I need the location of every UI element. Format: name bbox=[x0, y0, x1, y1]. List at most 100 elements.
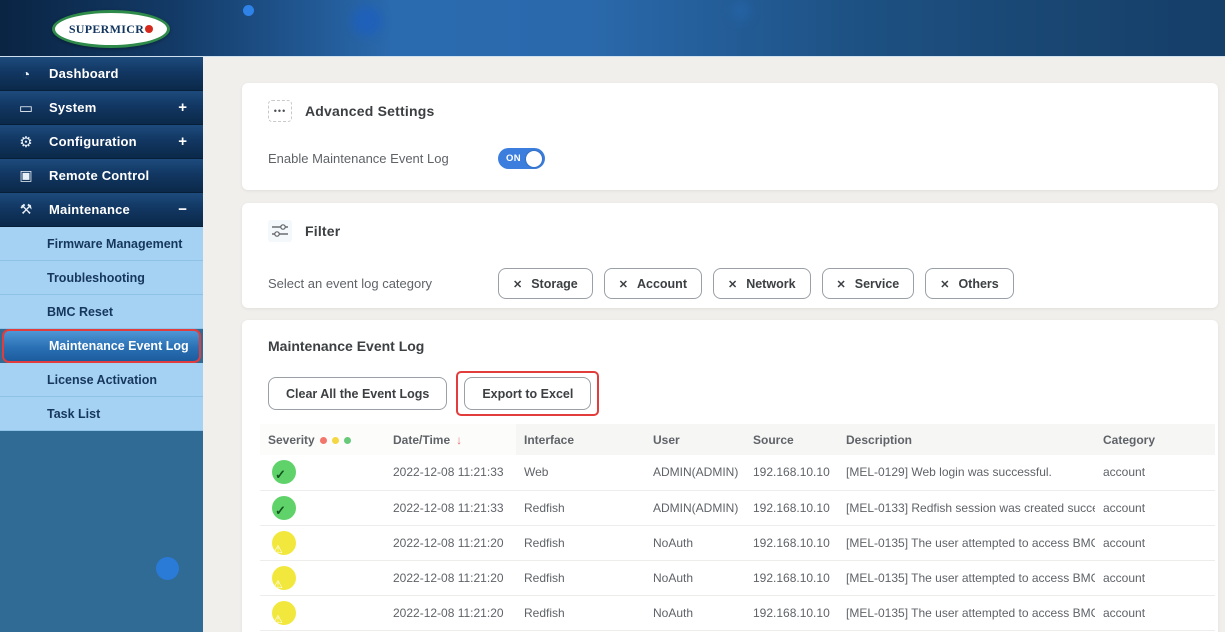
severity-legend-yellow-icon bbox=[332, 437, 339, 444]
sidebar-item-icon bbox=[15, 167, 37, 184]
filter-chip[interactable]: Storage bbox=[498, 268, 593, 299]
severity-icon bbox=[272, 601, 296, 625]
cell-datetime: 2022-12-08 11:21:20 bbox=[385, 525, 516, 560]
col-source[interactable]: Source bbox=[745, 424, 838, 455]
submenu-item-label: BMC Reset bbox=[47, 305, 113, 319]
event-log-row[interactable]: 2022-12-08 11:21:20 Redfish NoAuth 192.1… bbox=[260, 560, 1215, 595]
cell-category: account bbox=[1095, 455, 1215, 490]
clear-logs-button[interactable]: Clear All the Event Logs bbox=[268, 377, 447, 410]
sidebar-item-icon bbox=[15, 99, 37, 117]
sidebar-item-label: Remote Control bbox=[49, 168, 187, 183]
filter-chips: Storage Account Network Service bbox=[498, 268, 1014, 299]
toggle-label: Enable Maintenance Event Log bbox=[268, 151, 474, 166]
cell-user: ADMIN(ADMIN) bbox=[645, 455, 745, 490]
cell-interface: Redfish bbox=[516, 595, 645, 630]
table-header-row: Severity Date/Time ↓ Interface User Sourc… bbox=[260, 424, 1215, 455]
col-label: Description bbox=[846, 433, 912, 447]
col-datetime[interactable]: Date/Time ↓ bbox=[385, 424, 516, 455]
col-description[interactable]: Description bbox=[838, 424, 1095, 455]
cell-category: account bbox=[1095, 595, 1215, 630]
filter-chip[interactable]: Network bbox=[713, 268, 811, 299]
main-content: Advanced Settings Enable Maintenance Eve… bbox=[203, 57, 1225, 632]
sidebar-item-configuration[interactable]: Configuration + bbox=[0, 125, 203, 159]
expand-collapse-icon[interactable]: − bbox=[178, 202, 187, 217]
sidebar-item-icon bbox=[15, 66, 37, 82]
cell-interface: Redfish bbox=[516, 490, 645, 525]
export-annotation-box: Export to Excel bbox=[456, 371, 599, 416]
submenu-item-task-list[interactable]: Task List bbox=[0, 397, 203, 431]
chip-label: Others bbox=[958, 277, 998, 291]
logo-text: SUPERMICR bbox=[69, 22, 144, 37]
sidebar-item-maintenance[interactable]: Maintenance − bbox=[0, 193, 203, 227]
severity-icon bbox=[272, 496, 296, 520]
decorative-dot bbox=[243, 5, 254, 16]
filter-chip[interactable]: Account bbox=[604, 268, 702, 299]
remove-chip-icon[interactable] bbox=[837, 277, 846, 291]
expand-collapse-icon[interactable]: + bbox=[178, 134, 187, 149]
cell-source: 192.168.10.10 bbox=[745, 525, 838, 560]
cell-description: [MEL-0135] The user attempted to access … bbox=[838, 595, 1095, 630]
chip-label: Storage bbox=[531, 277, 578, 291]
submenu-item-maintenance-event-log[interactable]: Maintenance Event Log bbox=[2, 329, 201, 363]
sort-descending-icon[interactable]: ↓ bbox=[456, 433, 462, 447]
submenu-item-label: Firmware Management bbox=[47, 237, 182, 251]
severity-icon bbox=[272, 460, 296, 484]
cell-category: account bbox=[1095, 560, 1215, 595]
remove-chip-icon[interactable] bbox=[728, 277, 737, 291]
filter-chip[interactable]: Others bbox=[925, 268, 1014, 299]
remove-chip-icon[interactable] bbox=[940, 277, 949, 291]
cell-description: [MEL-0129] Web login was successful. bbox=[838, 455, 1095, 490]
cell-source: 192.168.10.10 bbox=[745, 490, 838, 525]
col-user[interactable]: User bbox=[645, 424, 745, 455]
export-excel-button[interactable]: Export to Excel bbox=[464, 377, 591, 410]
chip-label: Account bbox=[637, 277, 687, 291]
cell-datetime: 2022-12-08 11:21:20 bbox=[385, 560, 516, 595]
toggle-knob bbox=[526, 151, 542, 167]
expand-collapse-icon[interactable]: + bbox=[178, 100, 187, 115]
event-log-row[interactable]: 2022-12-08 11:21:20 Redfish NoAuth 192.1… bbox=[260, 595, 1215, 630]
cell-datetime: 2022-12-08 11:21:33 bbox=[385, 455, 516, 490]
col-label: Date/Time bbox=[393, 433, 450, 447]
event-log-panel: Maintenance Event Log Clear All the Even… bbox=[242, 320, 1218, 632]
sidebar-item-remote-control[interactable]: Remote Control bbox=[0, 159, 203, 193]
cell-source: 192.168.10.10 bbox=[745, 560, 838, 595]
severity-legend-green-icon bbox=[344, 437, 351, 444]
col-category[interactable]: Category bbox=[1095, 424, 1215, 455]
col-interface[interactable]: Interface bbox=[516, 424, 645, 455]
decorative-dot bbox=[156, 557, 179, 580]
cell-user: NoAuth bbox=[645, 525, 745, 560]
remove-chip-icon[interactable] bbox=[619, 277, 628, 291]
submenu-item-bmc-reset[interactable]: BMC Reset bbox=[0, 295, 203, 329]
filter-chip[interactable]: Service bbox=[822, 268, 915, 299]
sidebar-item-label: Configuration bbox=[49, 134, 178, 149]
col-label: Category bbox=[1103, 433, 1155, 447]
toggle-state-text: ON bbox=[506, 153, 521, 164]
remove-chip-icon[interactable] bbox=[513, 277, 522, 291]
advanced-settings-panel: Advanced Settings Enable Maintenance Eve… bbox=[242, 83, 1218, 190]
filter-sliders-icon bbox=[268, 220, 292, 242]
event-log-row[interactable]: 2022-12-08 11:21:20 Redfish NoAuth 192.1… bbox=[260, 525, 1215, 560]
sidebar-item-system[interactable]: System + bbox=[0, 91, 203, 125]
event-log-row[interactable]: 2022-12-08 11:21:33 Web ADMIN(ADMIN) 192… bbox=[260, 455, 1215, 490]
cell-interface: Redfish bbox=[516, 525, 645, 560]
more-dots-icon bbox=[268, 100, 292, 122]
cell-source: 192.168.10.10 bbox=[745, 595, 838, 630]
submenu-item-label: License Activation bbox=[47, 373, 157, 387]
submenu-item-firmware-management[interactable]: Firmware Management bbox=[0, 227, 203, 261]
sidebar-item-icon bbox=[15, 201, 37, 218]
submenu-item-troubleshooting[interactable]: Troubleshooting bbox=[0, 261, 203, 295]
col-label: Severity bbox=[268, 433, 315, 447]
sidebar-item-dashboard[interactable]: Dashboard bbox=[0, 57, 203, 91]
cell-category: account bbox=[1095, 525, 1215, 560]
decorative-faint-dot bbox=[733, 3, 749, 19]
submenu-item-label: Troubleshooting bbox=[47, 271, 145, 285]
cell-description: [MEL-0133] Redfish session was created s… bbox=[838, 490, 1095, 525]
sidebar-background bbox=[0, 431, 203, 632]
submenu-item-license-activation[interactable]: License Activation bbox=[0, 363, 203, 397]
cell-user: ADMIN(ADMIN) bbox=[645, 490, 745, 525]
event-log-row[interactable]: 2022-12-08 11:21:33 Redfish ADMIN(ADMIN)… bbox=[260, 490, 1215, 525]
maintenance-log-toggle[interactable]: ON bbox=[498, 148, 545, 169]
col-severity[interactable]: Severity bbox=[260, 424, 385, 455]
logo-red-dot-icon bbox=[145, 25, 153, 33]
advanced-settings-title: Advanced Settings bbox=[305, 103, 434, 119]
